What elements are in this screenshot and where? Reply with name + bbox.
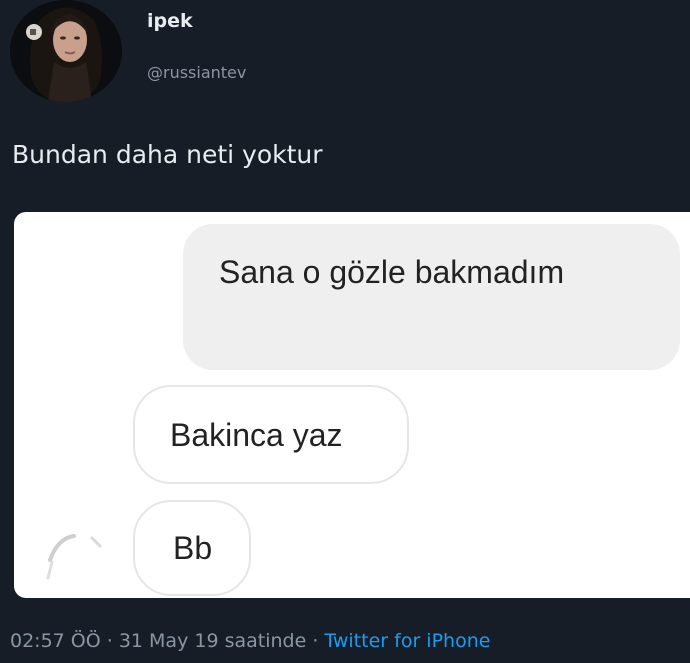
tweet-metadata: 02:57 ÖÖ · 31 May 19 saatinde · Twitter … bbox=[10, 630, 490, 652]
user-handle[interactable]: @russiantev bbox=[147, 63, 246, 82]
received-message-text: Bb bbox=[173, 530, 213, 566]
received-message-bubble: Bakinca yaz bbox=[133, 385, 409, 484]
loading-avatar-icon bbox=[46, 534, 102, 580]
received-message-bubble: Bb bbox=[133, 500, 251, 596]
meta-separator: · bbox=[306, 630, 325, 652]
tweet-source-link[interactable]: Twitter for iPhone bbox=[324, 630, 490, 652]
received-message-text: Bakinca yaz bbox=[170, 417, 343, 453]
profile-avatar[interactable] bbox=[10, 0, 122, 102]
tweet-timestamp[interactable]: 02:57 ÖÖ · 31 May 19 saatinde bbox=[10, 630, 306, 652]
display-name[interactable]: ipek bbox=[147, 10, 193, 32]
sent-message-bubble: Sana o gözle bakmadım bbox=[183, 224, 680, 370]
contact-avatar bbox=[40, 520, 114, 582]
profile-photo-icon bbox=[10, 0, 122, 102]
tweet: ipek @russiantev Bundan daha neti yoktur… bbox=[0, 0, 690, 663]
sent-message-text: Sana o gözle bakmadım bbox=[219, 254, 565, 290]
tweet-text: Bundan daha neti yoktur bbox=[12, 140, 323, 169]
